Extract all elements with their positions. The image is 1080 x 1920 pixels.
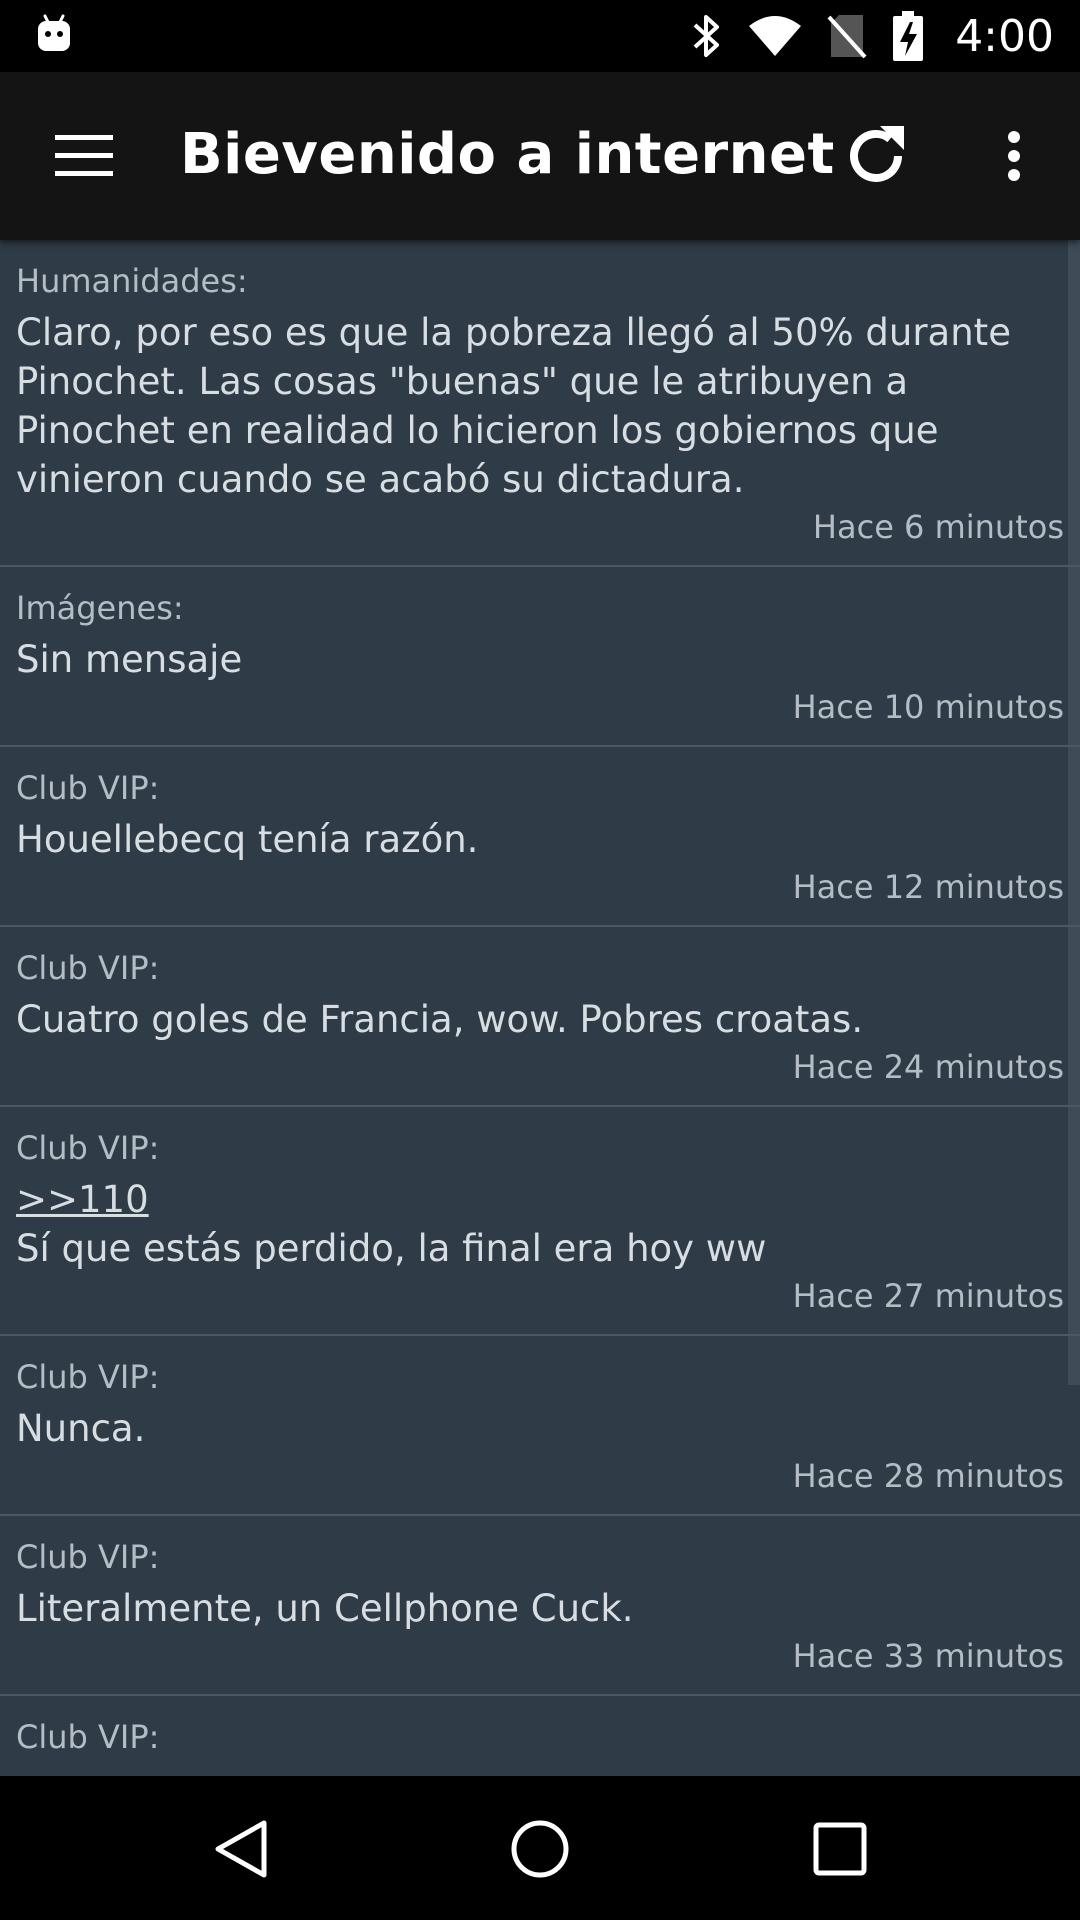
- post-board: Club VIP:: [16, 1538, 160, 1576]
- more-vert-icon: [1008, 131, 1020, 181]
- page-title: Bievenido a internet: [180, 122, 835, 187]
- refresh-button[interactable]: [836, 114, 916, 198]
- post-message: Sí que estás perdido, la final era hoy w…: [16, 1227, 767, 1270]
- post-item[interactable]: Humanidades: Claro, por eso es que la po…: [0, 240, 1080, 567]
- back-button[interactable]: [190, 1804, 290, 1894]
- reply-link[interactable]: >>110: [16, 1175, 1064, 1224]
- post-message: Nunca.: [16, 1407, 146, 1450]
- bluetooth-icon: [693, 15, 720, 57]
- more-options-button[interactable]: [984, 114, 1044, 198]
- battery-charging-icon: [893, 11, 924, 61]
- post-time: Hace 33 minutos: [792, 1637, 1064, 1675]
- refresh-icon: [850, 126, 904, 182]
- home-icon: [511, 1820, 569, 1878]
- post-time: Hace 6 minutos: [812, 508, 1064, 546]
- post-board: Club VIP:: [16, 1358, 160, 1396]
- post-item[interactable]: Club VIP: >>110 Sí que estás perdido, la…: [0, 1107, 1080, 1336]
- back-icon: [215, 1820, 267, 1878]
- post-board: Humanidades:: [16, 262, 248, 300]
- menu-icon: [55, 135, 113, 176]
- status-clock: 4:00: [955, 10, 1054, 62]
- recents-button[interactable]: [790, 1804, 890, 1894]
- wifi-icon: [749, 16, 802, 56]
- post-feed[interactable]: Humanidades: Claro, por eso es que la po…: [0, 240, 1080, 1776]
- app-bar: Bievenido a internet: [0, 72, 1080, 240]
- post-item[interactable]: Club VIP: Nunca. Hace 28 minutos: [0, 1336, 1080, 1516]
- post-board: Club VIP:: [16, 1718, 160, 1756]
- post-time: Hace 28 minutos: [792, 1457, 1064, 1495]
- post-item[interactable]: Club VIP: Houellebecq tenía razón. Hace …: [0, 747, 1080, 927]
- post-time: Hace 27 minutos: [792, 1277, 1064, 1315]
- android-icon: [38, 14, 70, 51]
- post-item[interactable]: Club VIP:: [0, 1696, 1080, 1776]
- post-message: Literalmente, un Cellphone Cuck.: [16, 1587, 634, 1630]
- post-board: Club VIP:: [16, 769, 160, 807]
- post-message: Houellebecq tenía razón.: [16, 818, 479, 861]
- post-time: Hace 10 minutos: [792, 688, 1064, 726]
- post-item[interactable]: Club VIP: Literalmente, un Cellphone Cuc…: [0, 1516, 1080, 1696]
- recents-icon: [813, 1822, 867, 1876]
- home-button[interactable]: [490, 1804, 590, 1894]
- status-bar: 4:00: [0, 0, 1080, 72]
- post-item[interactable]: Club VIP: Cuatro goles de Francia, wow. …: [0, 927, 1080, 1107]
- post-board: Club VIP:: [16, 949, 160, 987]
- menu-button[interactable]: [44, 124, 124, 188]
- navigation-bar: [0, 1776, 1080, 1920]
- post-message: Claro, por eso es que la pobreza llegó a…: [16, 311, 1023, 501]
- post-message: Sin mensaje: [16, 638, 243, 681]
- post-time: Hace 24 minutos: [792, 1048, 1064, 1086]
- post-message: Cuatro goles de Francia, wow. Pobres cro…: [16, 998, 864, 1041]
- no-sim-icon: [827, 15, 867, 59]
- post-time: Hace 12 minutos: [792, 868, 1064, 906]
- post-item[interactable]: Imágenes: Sin mensaje Hace 10 minutos: [0, 567, 1080, 747]
- post-board: Imágenes:: [16, 589, 184, 627]
- post-board: Club VIP:: [16, 1129, 160, 1167]
